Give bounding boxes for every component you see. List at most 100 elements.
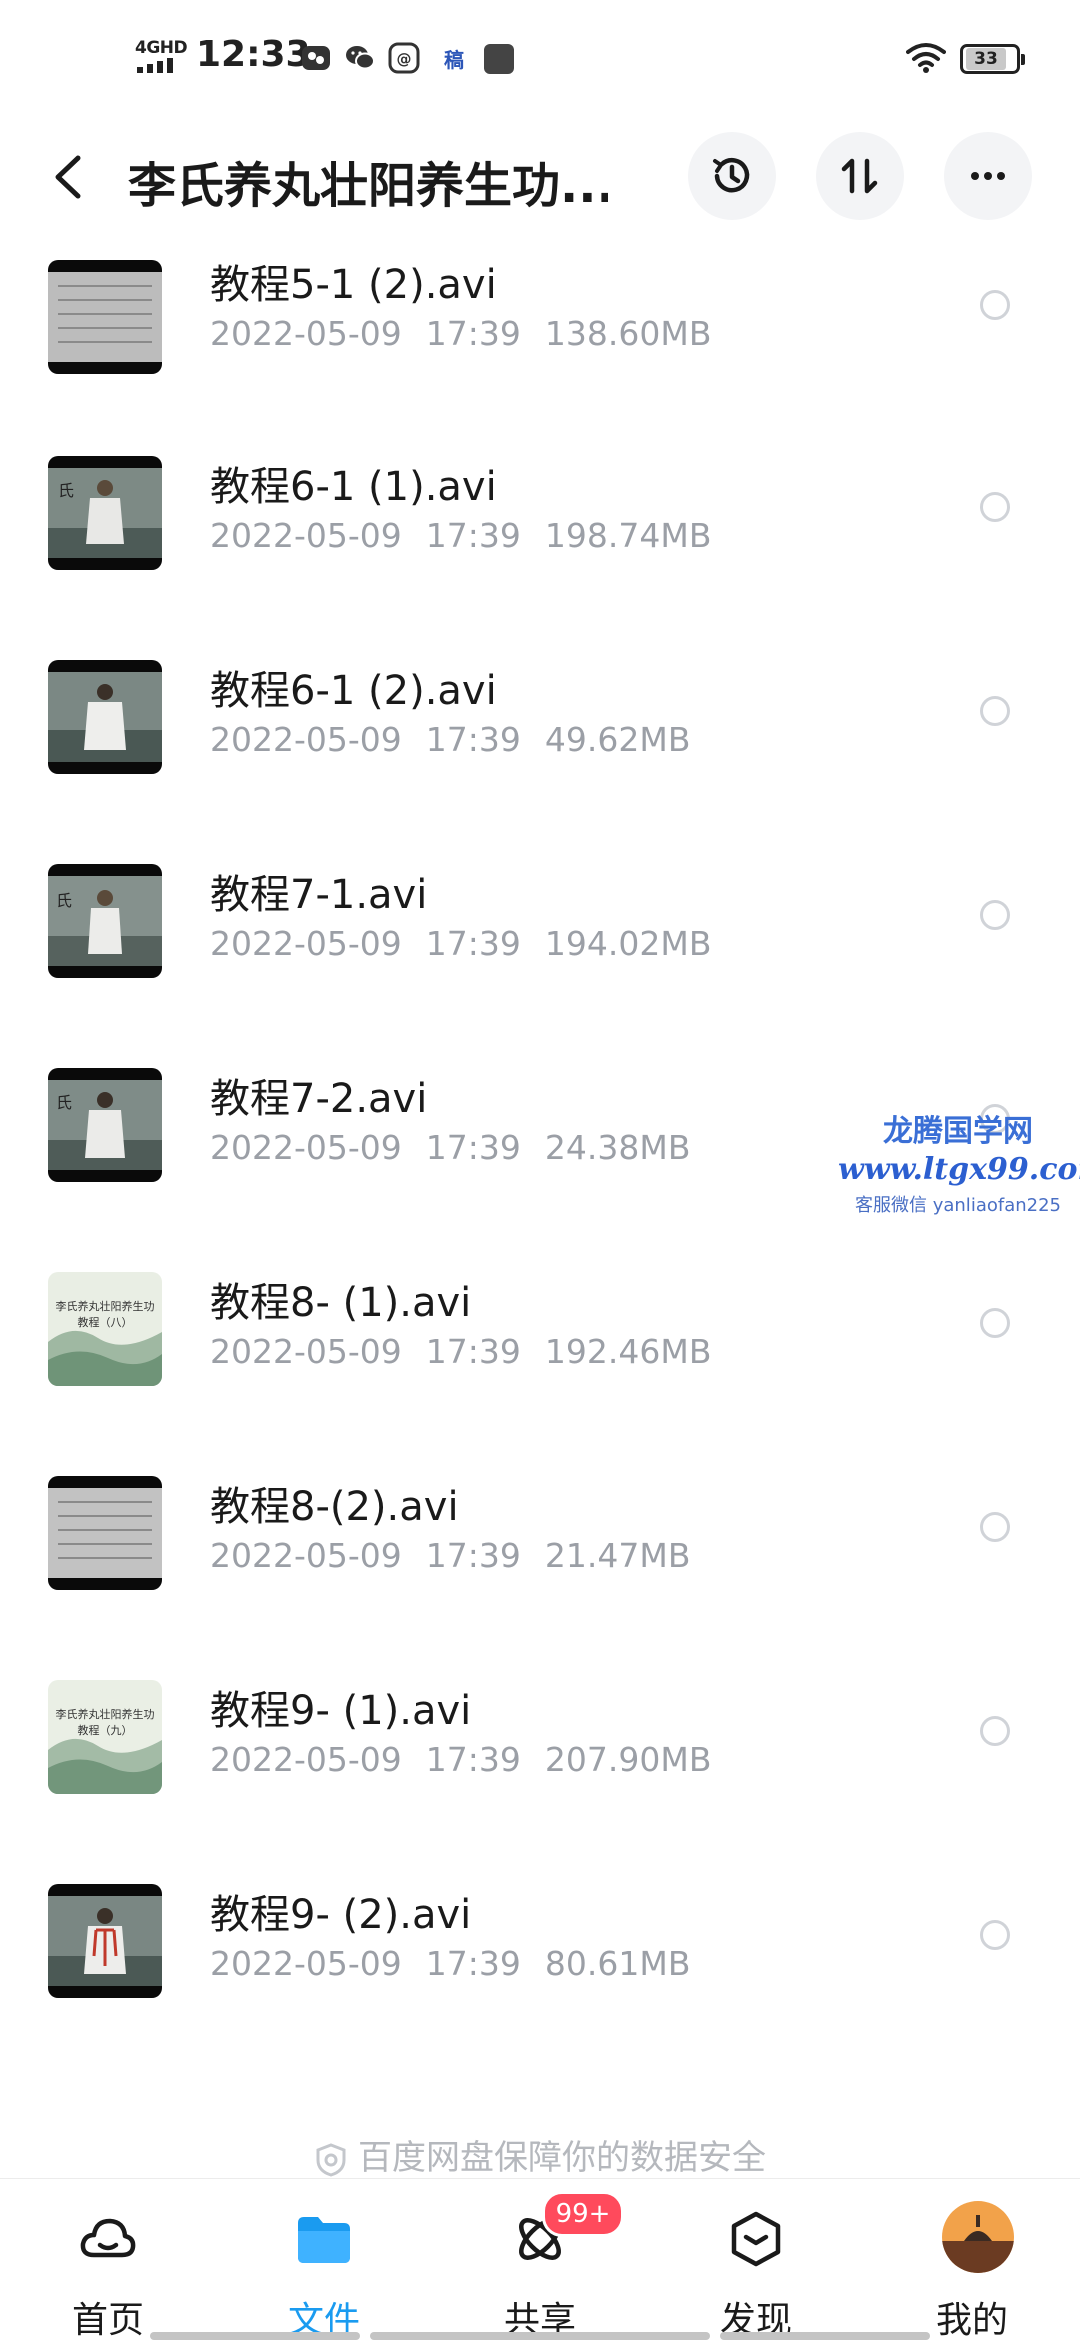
security-note-text: 百度网盘保障你的数据安全 [358, 2138, 766, 2178]
file-time: 17:39 [425, 516, 521, 555]
sort-button[interactable] [816, 132, 904, 220]
scroll-indicator [370, 2332, 710, 2340]
svg-text:@: @ [397, 50, 412, 68]
file-name: 教程9- (1).avi [210, 1688, 472, 1734]
file-date: 2022-05-09 [210, 924, 402, 963]
nav-item-profile[interactable]: 我的 [864, 2179, 1080, 2340]
square-app-icon [484, 44, 514, 74]
svg-text:氏: 氏 [58, 481, 74, 500]
file-date: 2022-05-09 [210, 720, 402, 759]
list-item[interactable]: 李氏养丸壮阳养生功 教程（九） 教程9- (1).avi 2022-05-09 1… [0, 1664, 1080, 1868]
file-date: 2022-05-09 [210, 314, 402, 353]
file-size: 49.62MB [544, 720, 691, 759]
shield-icon [316, 2142, 346, 2177]
select-radio[interactable] [980, 1920, 1010, 1950]
file-browser-screen: 4GHD 12:33 @ 稿 33 李氏养丸壮阳养生功... 教程5-1 (2)… [0, 0, 1080, 2340]
list-item[interactable]: 李氏养丸壮阳养生功 教程（八） 教程8- (1).avi 2022-05-09 1… [0, 1256, 1080, 1460]
avatar [942, 2201, 1014, 2273]
cellular-signal-icon: 4GHD [135, 38, 188, 78]
home-cloud-icon [80, 2218, 136, 2258]
file-name: 教程7-1.avi [210, 872, 428, 918]
file-meta: 2022-05-09 17:39 80.61MB [210, 1944, 690, 1983]
file-meta: 2022-05-09 17:39 138.60MB [210, 314, 711, 353]
file-meta: 2022-05-09 17:39 194.02MB [210, 924, 711, 963]
wifi-icon [906, 43, 946, 73]
nav-item-files[interactable]: 文件 [216, 2179, 432, 2340]
person-back-thumb-icon [48, 672, 162, 762]
history-icon [713, 158, 750, 193]
video-thumbnail [48, 1476, 162, 1590]
svg-text:教程（八）: 教程（八） [78, 1316, 133, 1329]
file-date: 2022-05-09 [210, 1536, 402, 1575]
video-thumbnail [48, 260, 162, 374]
select-radio[interactable] [980, 900, 1010, 930]
list-item[interactable]: 氏 教程6-1 (1).avi 2022-05-09 17:39 198.74MB [0, 440, 1080, 644]
document-thumb-icon [48, 1488, 162, 1578]
svg-text:教程（九）: 教程（九） [78, 1724, 133, 1737]
video-thumbnail [48, 660, 162, 774]
person-front-thumb-icon: 氏 [48, 876, 162, 966]
select-radio[interactable] [980, 492, 1010, 522]
file-name: 教程7-2.avi [210, 1076, 428, 1122]
video-thumbnail: 氏 [48, 1068, 162, 1182]
svg-text:氏: 氏 [56, 891, 72, 910]
app-badge-icon: 稿 [444, 48, 464, 72]
nav-item-discover[interactable]: 发现 [648, 2179, 864, 2340]
svg-text:李氏养丸壮阳养生功: 李氏养丸壮阳养生功 [56, 1707, 155, 1721]
list-item[interactable]: 教程8-(2).avi 2022-05-09 17:39 21.47MB [0, 1460, 1080, 1664]
notification-badge: 99+ [542, 2191, 624, 2237]
file-name: 教程6-1 (2).avi [210, 668, 497, 714]
watermark-title: 龙腾国学网 [883, 1114, 1033, 1149]
file-date: 2022-05-09 [210, 1944, 402, 1983]
scroll-indicator [150, 2332, 360, 2340]
history-button[interactable] [688, 132, 776, 220]
landscape-thumb-icon: 李氏养丸壮阳养生功 教程（八） [48, 1272, 162, 1386]
watermark: 龙腾国学网 www.ltgx99.com 客服微信 yanliaofan225 [838, 1106, 1080, 1217]
folder-icon [298, 2217, 350, 2263]
page-title: 李氏养丸壮阳养生功... [128, 158, 608, 214]
more-icon [971, 172, 1005, 180]
more-button[interactable] [944, 132, 1032, 220]
file-meta: 2022-05-09 17:39 21.47MB [210, 1536, 690, 1575]
svg-text:氏: 氏 [56, 1093, 72, 1112]
file-date: 2022-05-09 [210, 1740, 402, 1779]
file-time: 17:39 [425, 1128, 521, 1167]
file-meta: 2022-05-09 17:39 198.74MB [210, 516, 711, 555]
video-thumbnail [48, 1884, 162, 1998]
nav-item-share[interactable]: 99+ 共享 [432, 2179, 648, 2340]
select-radio[interactable] [980, 1308, 1010, 1338]
file-name: 教程5-1 (2).avi [210, 262, 497, 308]
person-red-thumb-icon [48, 1896, 162, 1986]
list-item[interactable]: 教程6-1 (2).avi 2022-05-09 17:39 49.62MB [0, 644, 1080, 848]
file-meta: 2022-05-09 17:39 207.90MB [210, 1740, 711, 1779]
svg-text:李氏养丸壮阳养生功: 李氏养丸壮阳养生功 [56, 1299, 155, 1313]
list-item[interactable]: 氏 教程7-1.avi 2022-05-09 17:39 194.02MB [0, 848, 1080, 1052]
file-time: 17:39 [425, 314, 521, 353]
list-item[interactable]: 教程5-1 (2).avi 2022-05-09 17:39 138.60MB [0, 236, 1080, 440]
person-front-thumb-icon: 氏 [48, 468, 162, 558]
select-radio[interactable] [980, 1716, 1010, 1746]
status-time: 12:33 [196, 34, 311, 75]
file-size: 21.47MB [544, 1536, 691, 1575]
nav-item-home[interactable]: 首页 [0, 2179, 216, 2340]
back-icon[interactable] [40, 142, 100, 212]
watermark-contact: 客服微信 yanliaofan225 [855, 1195, 1061, 1216]
video-thumbnail: 李氏养丸壮阳养生功 教程（九） [48, 1680, 162, 1794]
select-radio[interactable] [980, 290, 1010, 320]
file-size: 207.90MB [544, 1740, 712, 1779]
document-thumb-icon [48, 272, 162, 362]
file-time: 17:39 [425, 1536, 521, 1575]
video-thumbnail: 李氏养丸壮阳养生功 教程（八） [48, 1272, 162, 1386]
file-date: 2022-05-09 [210, 1128, 402, 1167]
list-item[interactable]: 教程9- (2).avi 2022-05-09 17:39 80.61MB [0, 1868, 1080, 2072]
select-radio[interactable] [980, 696, 1010, 726]
gallery-icon [302, 46, 330, 70]
avatar-icon [942, 2201, 1014, 2273]
file-time: 17:39 [425, 1944, 521, 1983]
select-radio[interactable] [980, 1512, 1010, 1542]
discover-cube-icon [731, 2211, 781, 2267]
file-time: 17:39 [425, 1332, 521, 1371]
file-meta: 2022-05-09 17:39 192.46MB [210, 1332, 711, 1371]
file-time: 17:39 [425, 720, 521, 759]
file-size: 24.38MB [544, 1128, 691, 1167]
